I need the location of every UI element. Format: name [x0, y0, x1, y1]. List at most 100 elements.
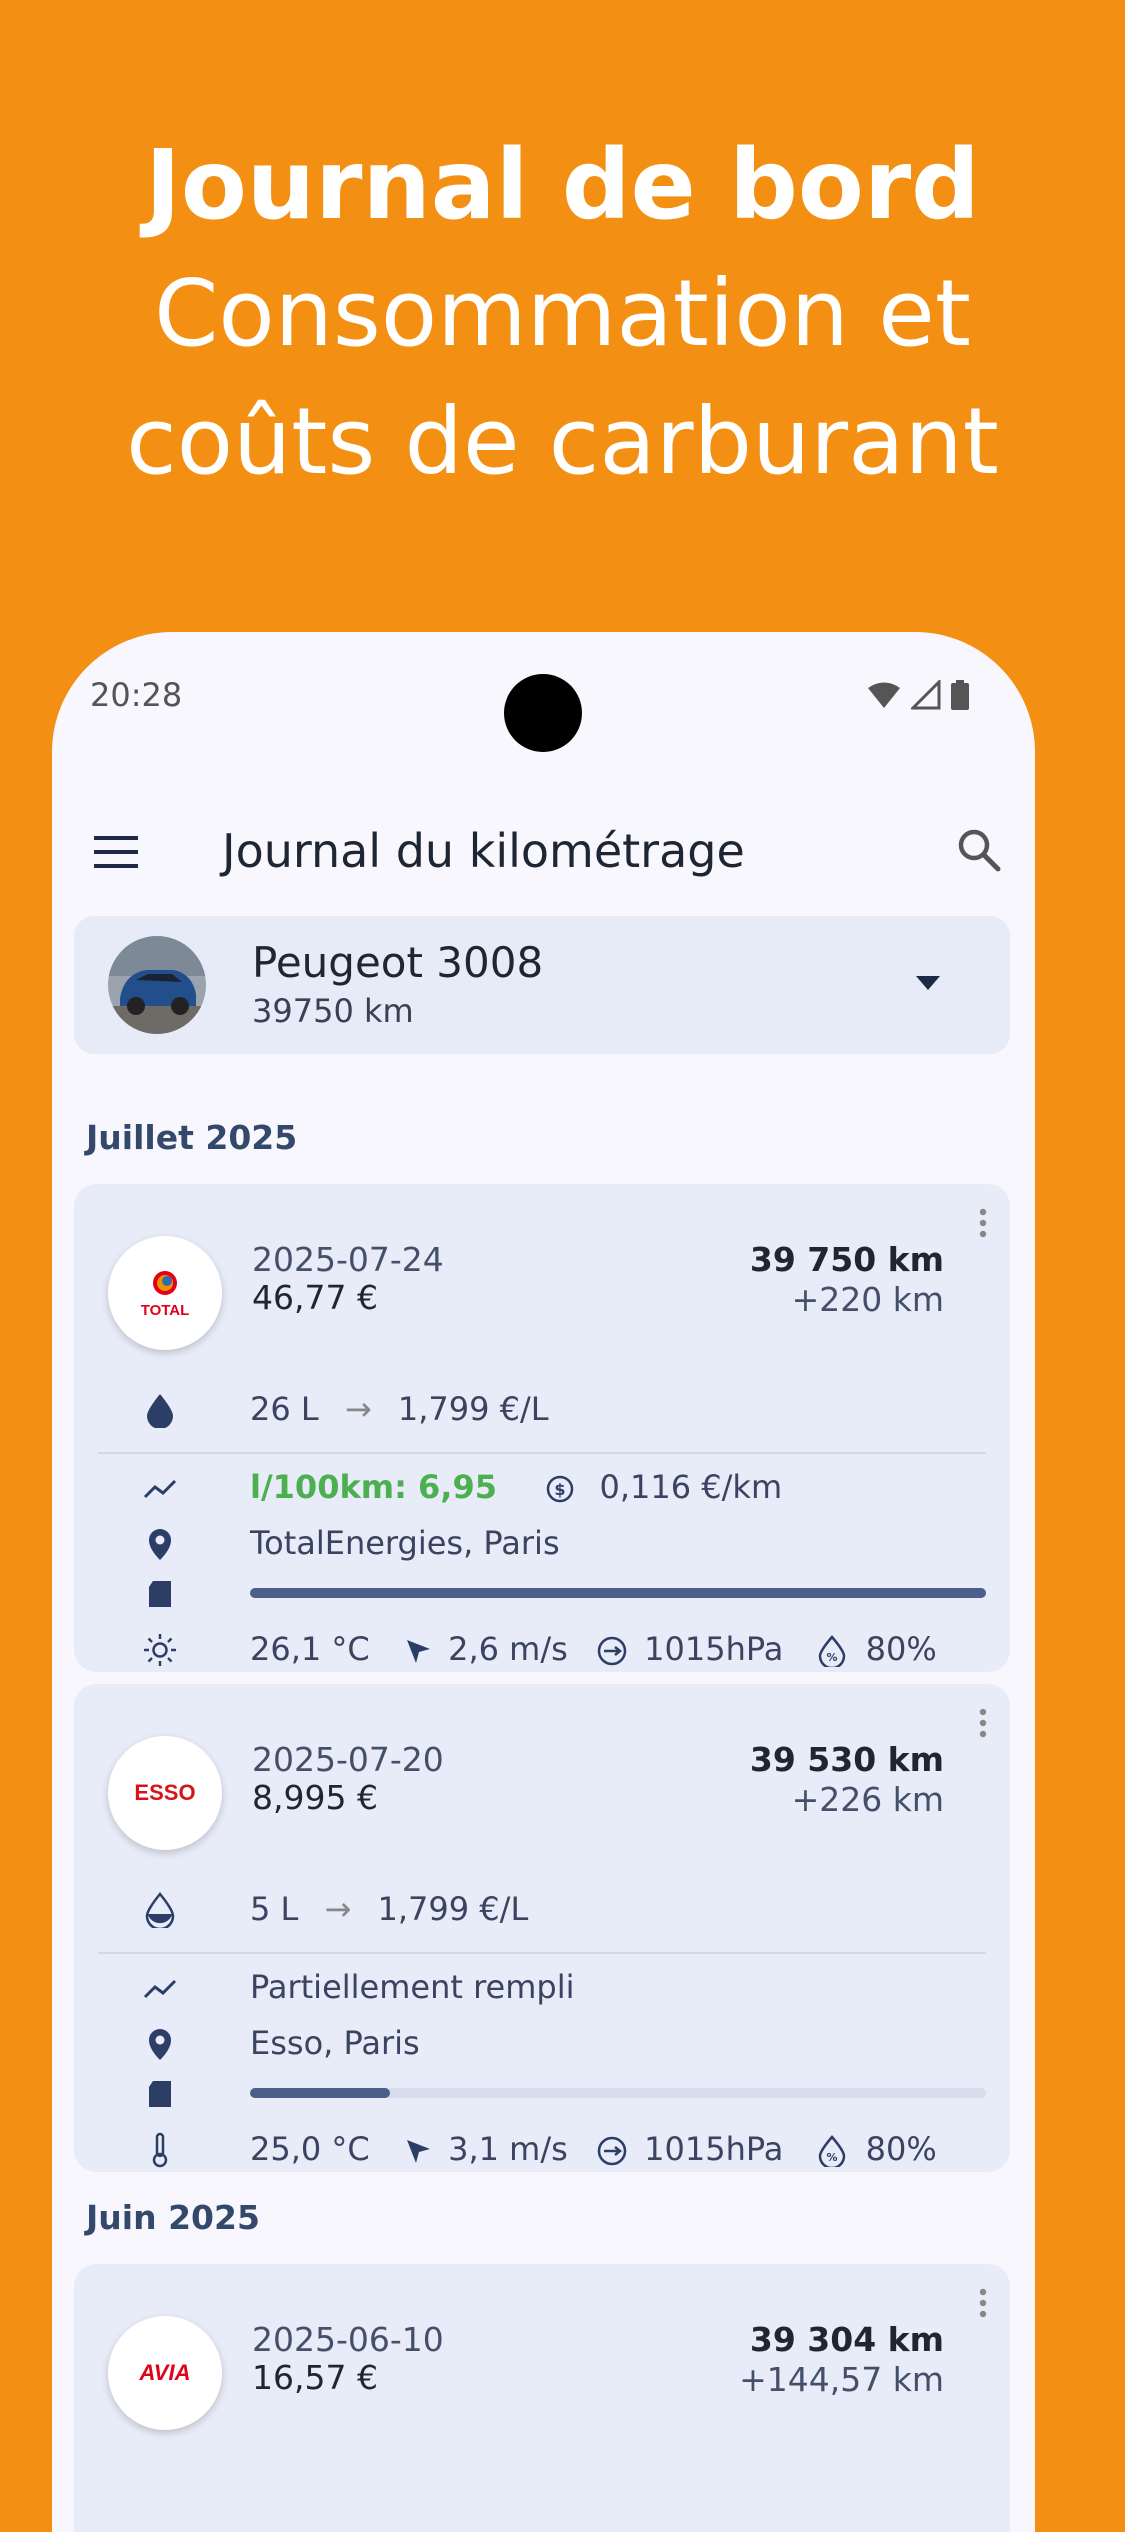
entry-odometer: 39 750 km	[749, 1240, 944, 1279]
wind-direction-icon	[404, 2137, 432, 2165]
search-icon[interactable]	[955, 826, 1003, 878]
wind-direction-icon	[404, 1637, 432, 1665]
consumption-row: l/100km: 6,95 $ 0,116 €/km	[74, 1462, 1010, 1512]
location-pin-icon	[142, 2026, 178, 2062]
entry-date: 2025-07-24	[252, 1240, 444, 1279]
humidity-icon: %	[818, 2135, 846, 2167]
pressure-icon	[596, 2135, 628, 2167]
entry-total-cost: 16,57 €	[252, 2358, 378, 2397]
brand-logo-text: ESSO	[134, 1780, 195, 1805]
fill-level-bar	[250, 2088, 986, 2098]
station-row: TotalEnergies, Paris	[74, 1518, 1010, 1568]
status-time: 20:28	[90, 676, 183, 714]
more-options-icon[interactable]	[978, 1208, 988, 1242]
trend-icon	[142, 1470, 178, 1506]
location-pin-icon	[142, 1526, 178, 1562]
brand-logo-avia: AVIA	[108, 2316, 222, 2430]
app-title: Journal du kilométrage	[222, 824, 745, 878]
section-header-july: Juillet 2025	[86, 1118, 298, 1157]
hero-subtitle-line-2: coûts de carburant	[126, 388, 999, 495]
vehicle-odometer: 39750 km	[252, 992, 414, 1030]
arrow-separator: →	[344, 1390, 372, 1428]
fill-level-bar-fill	[250, 1588, 986, 1598]
entry-date: 2025-07-20	[252, 1740, 444, 1779]
status-icons	[867, 678, 969, 714]
camera-cutout	[504, 674, 582, 752]
partial-fill-note: Partiellement rempli	[250, 1968, 575, 2006]
wind-speed: 2,6 m/s	[448, 1630, 568, 1668]
entry-odometer: 39 530 km	[749, 1740, 944, 1779]
vehicle-selector[interactable]: Peugeot 3008 39750 km	[74, 916, 1010, 1054]
humidity: 80%	[865, 1630, 937, 1668]
brand-logo-text: TOTAL	[141, 1302, 190, 1319]
phone-screen: 20:28 Journal du kilométrage Peugeot 300…	[52, 632, 1035, 2532]
hero-title: Journal de bord	[145, 129, 980, 241]
thermometer-icon	[142, 2132, 178, 2168]
station-name: Esso, Paris	[250, 2024, 420, 2062]
dropdown-arrow-icon[interactable]	[914, 974, 942, 996]
app-bar: Journal du kilométrage	[52, 802, 1035, 902]
battery-icon	[951, 680, 969, 714]
menu-icon[interactable]	[92, 832, 140, 876]
more-options-icon[interactable]	[978, 2288, 988, 2322]
fill-level-row	[74, 1568, 1010, 1618]
wind-speed: 3,1 m/s	[448, 2130, 568, 2168]
pressure: 1015hPa	[644, 1630, 784, 1668]
fuel-drop-icon	[142, 1392, 178, 1428]
pressure-icon	[596, 1635, 628, 1667]
station-row: Esso, Paris	[74, 2018, 1010, 2068]
vehicle-photo	[108, 936, 206, 1034]
svg-text:%: %	[826, 1651, 837, 1664]
fuel-volume: 26 L	[250, 1390, 319, 1428]
pressure: 1015hPa	[644, 2130, 784, 2168]
cost-per-km: 0,116 €/km	[599, 1468, 783, 1506]
fuel-entry-card[interactable]: AVIA 2025-06-10 16,57 € 39 304 km +144,5…	[74, 2264, 1010, 2532]
temperature: 26,1 °C	[250, 1630, 370, 1668]
signal-icon	[909, 678, 941, 714]
fuel-unit-price: 1,799 €/L	[377, 1890, 529, 1928]
entry-odometer: 39 304 km	[749, 2320, 944, 2359]
fill-level-row	[74, 2068, 1010, 2118]
fill-level-bar-fill	[250, 2088, 390, 2098]
divider	[98, 1452, 986, 1454]
fill-level-bar	[250, 1588, 986, 1598]
arrow-separator: →	[324, 1890, 352, 1928]
station-name: TotalEnergies, Paris	[250, 1524, 560, 1562]
fuel-entry-card[interactable]: ESSO 2025-07-20 8,995 € 39 530 km +226 k…	[74, 1684, 1010, 2172]
fuel-can-icon	[142, 2076, 178, 2112]
more-options-icon[interactable]	[978, 1708, 988, 1742]
fuel-volume: 5 L	[250, 1890, 299, 1928]
entry-total-cost: 46,77 €	[252, 1278, 378, 1317]
hero: Journal de bord Consommation et coûts de…	[0, 120, 1125, 506]
cost-per-km-icon: $	[545, 1474, 575, 1504]
section-header-june: Juin 2025	[86, 2198, 260, 2237]
entry-date: 2025-06-10	[252, 2320, 444, 2359]
weather-row: 25,0 °C 3,1 m/s 1015hPa % 80%	[74, 2124, 1010, 2172]
entry-distance: +144,57 km	[739, 2360, 944, 2399]
consumption-row: Partiellement rempli	[74, 1962, 1010, 2012]
humidity: 80%	[865, 2130, 937, 2168]
brand-logo-text: AVIA	[139, 2360, 191, 2385]
hero-subtitle-line-1: Consommation et	[154, 260, 971, 367]
fuel-row: 5 L → 1,799 €/L	[74, 1884, 1010, 1934]
brand-logo-esso: ESSO	[108, 1736, 222, 1850]
weather-row: 26,1 °C 2,6 m/s 1015hPa % 80%	[74, 1624, 1010, 1672]
humidity-icon: %	[818, 1635, 846, 1667]
entry-total-cost: 8,995 €	[252, 1778, 378, 1817]
entry-distance: +226 km	[791, 1780, 944, 1819]
svg-text:%: %	[826, 2151, 837, 2164]
consumption-value: l/100km: 6,95	[250, 1468, 497, 1506]
fuel-row: 26 L → 1,799 €/L	[74, 1384, 1010, 1434]
trend-icon	[142, 1970, 178, 2006]
fuel-entry-card[interactable]: TOTAL 2025-07-24 46,77 € 39 750 km +220 …	[74, 1184, 1010, 1672]
vehicle-name: Peugeot 3008	[252, 938, 544, 987]
brand-logo-total: TOTAL	[108, 1236, 222, 1350]
wifi-icon	[867, 681, 901, 713]
fuel-can-icon	[142, 1576, 178, 1612]
entry-distance: +220 km	[791, 1280, 944, 1319]
sun-icon	[142, 1632, 178, 1668]
temperature: 25,0 °C	[250, 2130, 370, 2168]
fuel-drop-partial-icon	[142, 1892, 178, 1928]
divider	[98, 1952, 986, 1954]
svg-text:$: $	[555, 1480, 566, 1499]
